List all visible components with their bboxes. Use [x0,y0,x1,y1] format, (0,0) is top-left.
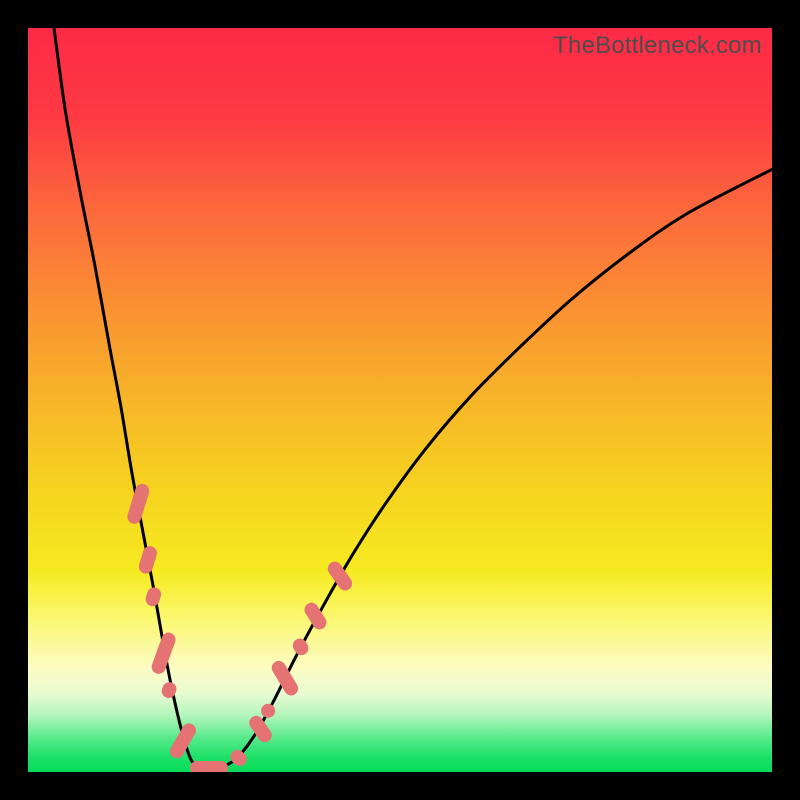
curve-marker [125,483,150,526]
curve-marker [190,761,228,772]
curve-marker [160,680,179,700]
curve-marker [167,721,198,761]
curve-marker [227,747,249,769]
chart-frame: TheBottleneck.com [0,0,800,800]
attribution-watermark: TheBottleneck.com [553,32,762,60]
data-markers [28,28,772,772]
curve-marker [325,559,355,593]
plot-area: TheBottleneck.com [28,28,772,772]
curve-marker [290,636,311,658]
curve-marker [149,630,177,676]
curve-marker [137,545,159,576]
curve-marker [269,658,300,697]
curve-marker [144,586,163,608]
curve-marker [302,600,329,632]
